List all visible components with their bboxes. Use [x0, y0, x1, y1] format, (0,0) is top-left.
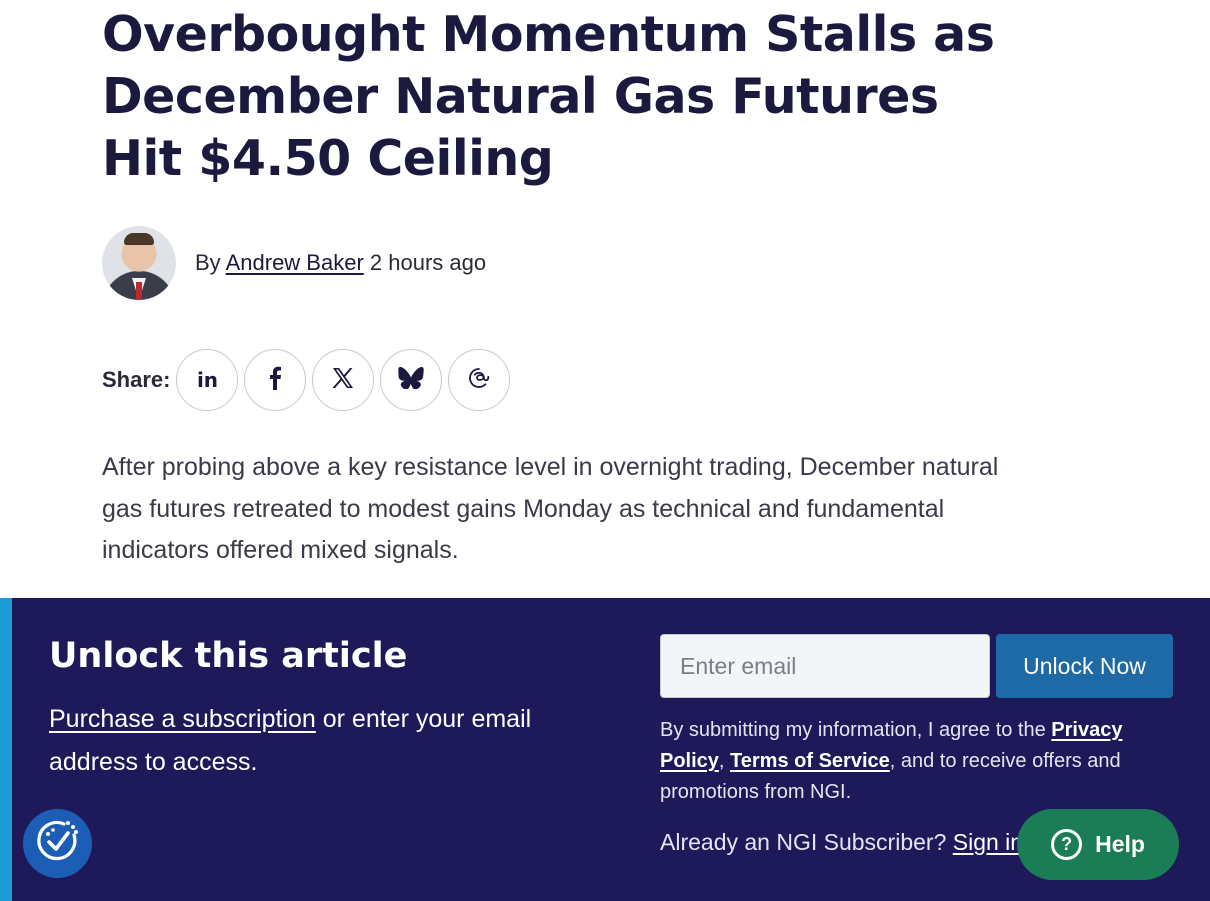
- help-question-icon: ?: [1051, 829, 1083, 860]
- legal-disclaimer: By submitting my information, I agree to…: [660, 715, 1160, 808]
- accessibility-icon: [34, 817, 82, 870]
- share-bluesky-button[interactable]: [380, 349, 443, 411]
- byline-prefix: By: [195, 250, 221, 275]
- share-label: Share:: [102, 367, 171, 392]
- paywall-title: Unlock this article: [49, 636, 408, 676]
- share-bar: Share: in: [102, 349, 516, 411]
- author-avatar[interactable]: [102, 226, 176, 300]
- bluesky-icon: [398, 366, 425, 394]
- paywall-description: Purchase a subscription or enter your em…: [49, 698, 609, 784]
- publish-time: 2 hours ago: [369, 250, 487, 275]
- paywall-accent-bar: [0, 598, 12, 901]
- legal-prefix: By submitting my information, I agree to…: [660, 719, 1052, 741]
- article-headline: Overbought Momentum Stalls as December N…: [102, 6, 995, 187]
- unlock-now-button[interactable]: Unlock Now: [996, 634, 1173, 698]
- help-button[interactable]: ? Help: [1017, 809, 1179, 880]
- terms-of-service-link[interactable]: Terms of Service: [730, 750, 890, 772]
- article: Overbought Momentum Stalls as December N…: [102, 0, 1062, 190]
- sign-in-link[interactable]: Sign in: [953, 829, 1023, 855]
- share-facebook-button[interactable]: [244, 349, 307, 411]
- email-input[interactable]: [660, 634, 990, 698]
- x-twitter-icon: [331, 366, 355, 395]
- share-threads-button[interactable]: [448, 349, 511, 411]
- subscriber-prompt: Already an NGI Subscriber?: [660, 829, 953, 855]
- legal-comma: ,: [718, 750, 731, 772]
- byline-text: By Andrew Baker 2 hours ago: [195, 250, 486, 276]
- linkedin-icon: in: [196, 368, 219, 392]
- accessibility-button[interactable]: [23, 809, 92, 878]
- subscriber-signin: Already an NGI Subscriber? Sign in: [660, 829, 1023, 856]
- help-label: Help: [1095, 831, 1145, 857]
- threads-icon: [468, 367, 490, 394]
- share-x-button[interactable]: [312, 349, 375, 411]
- byline: By Andrew Baker 2 hours ago: [102, 226, 486, 300]
- purchase-subscription-link[interactable]: Purchase a subscription: [49, 705, 316, 733]
- article-lede: After probing above a key resistance lev…: [102, 453, 999, 564]
- share-linkedin-button[interactable]: in: [176, 349, 239, 411]
- facebook-icon: [264, 366, 286, 395]
- author-link[interactable]: Andrew Baker: [226, 250, 364, 275]
